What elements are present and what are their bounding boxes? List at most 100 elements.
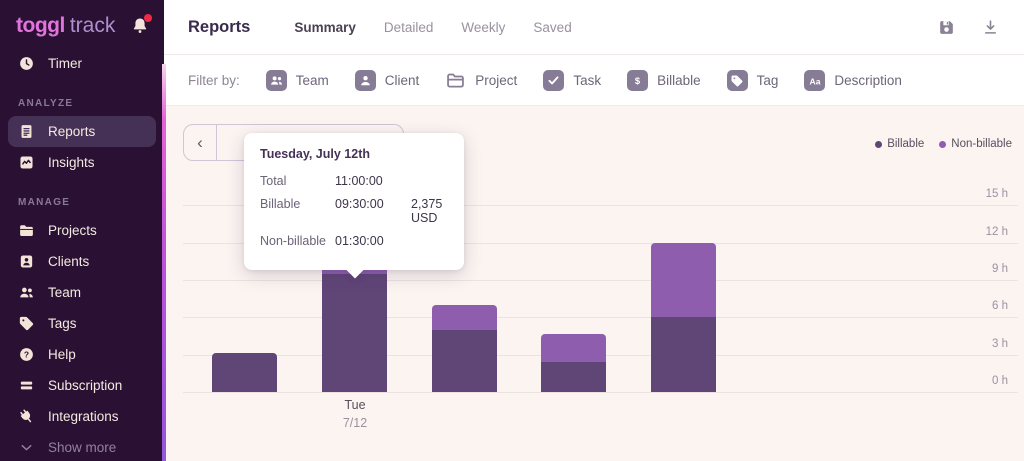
- sidebar-item-show-more[interactable]: Show more: [0, 432, 164, 461]
- filter-chip-label: Task: [573, 73, 601, 88]
- legend-item-billable[interactable]: Billable: [875, 138, 924, 150]
- filter-chip-project[interactable]: Project: [445, 70, 517, 91]
- svg-text:?: ?: [24, 350, 29, 360]
- filter-by-label: Filter by:: [188, 73, 240, 88]
- y-axis-tick-label: 0 h: [992, 375, 1008, 389]
- gridline: [183, 392, 1018, 393]
- chart-tooltip: Tuesday, July 12th Total 11:00:00 Billab…: [244, 133, 464, 270]
- dollar-icon: $: [627, 70, 648, 91]
- bar-nonbillable-segment[interactable]: [432, 305, 497, 330]
- sidebar-item-timer[interactable]: Timer: [0, 48, 164, 79]
- tooltip-time: 11:00:00: [335, 174, 397, 188]
- svg-text:$: $: [635, 76, 641, 86]
- bar-nonbillable-segment[interactable]: [541, 334, 606, 362]
- clock-icon: [18, 55, 35, 72]
- tooltip-amount: 2,375 USD: [397, 197, 450, 225]
- gridline: [183, 317, 1018, 318]
- svg-text:Aa: Aa: [809, 76, 820, 86]
- notification-dot: [144, 14, 152, 22]
- legend-label: Billable: [887, 138, 924, 150]
- folder-outline-icon: [445, 70, 466, 91]
- filter-chip-label: Description: [834, 73, 902, 88]
- sidebar: toggl track Timer ANALYZE Reports Ins: [0, 0, 164, 461]
- download-icon[interactable]: [980, 17, 1000, 37]
- sidebar-item-label: Timer: [48, 56, 82, 71]
- check-icon: [543, 70, 564, 91]
- bar-billable-segment[interactable]: [651, 317, 716, 392]
- sidebar-item-label: Clients: [48, 254, 89, 269]
- tab-weekly[interactable]: Weekly: [461, 20, 505, 35]
- x-tick-date: 7/12: [324, 416, 386, 430]
- people-icon: [18, 284, 35, 301]
- people-icon: [266, 70, 287, 91]
- toggl-track-app: toggl track Timer ANALYZE Reports Ins: [0, 0, 1024, 461]
- gridline: [183, 280, 1018, 281]
- tooltip-label: Billable: [260, 197, 335, 211]
- header-actions: [936, 17, 1000, 37]
- x-axis-tick: Tue 7/12: [324, 398, 386, 430]
- sidebar-item-label: Insights: [48, 155, 95, 170]
- legend-item-non-billable[interactable]: Non-billable: [939, 138, 1012, 150]
- sidebar-item-label: Integrations: [48, 409, 119, 424]
- question-circle-icon: ?: [18, 346, 35, 363]
- filter-chip-client[interactable]: Client: [355, 70, 420, 91]
- filter-chip-label: Tag: [757, 73, 779, 88]
- bar-nonbillable-segment[interactable]: [651, 243, 716, 318]
- bar-billable-segment[interactable]: [322, 274, 387, 392]
- sidebar-item-clients[interactable]: Clients: [0, 246, 164, 277]
- tooltip-time: 09:30:00: [335, 197, 397, 211]
- tab-detailed[interactable]: Detailed: [384, 20, 434, 35]
- logo[interactable]: toggl track: [0, 0, 164, 48]
- accent-stripe: [162, 64, 166, 461]
- sidebar-section-manage: MANAGE: [0, 190, 164, 215]
- filter-chip-team[interactable]: Team: [266, 70, 329, 91]
- sidebar-item-label: Team: [48, 285, 81, 300]
- sidebar-item-insights[interactable]: Insights: [0, 147, 164, 178]
- sidebar-item-tags[interactable]: Tags: [0, 308, 164, 339]
- legend-label: Non-billable: [951, 138, 1012, 150]
- filter-chip-tag[interactable]: Tag: [727, 70, 779, 91]
- bar-billable-segment[interactable]: [541, 362, 606, 392]
- chevron-left-icon[interactable]: ‹: [184, 125, 217, 160]
- tab-saved[interactable]: Saved: [533, 20, 571, 35]
- notifications-bell-icon[interactable]: [130, 16, 150, 36]
- bar-billable-segment[interactable]: [432, 330, 497, 392]
- logo-toggl: toggl: [16, 14, 65, 38]
- sidebar-item-label: Reports: [48, 124, 95, 139]
- save-icon[interactable]: [936, 17, 956, 37]
- tooltip-row-total: Total 11:00:00: [260, 174, 450, 188]
- sidebar-item-help[interactable]: ? Help: [0, 339, 164, 370]
- sidebar-item-subscription[interactable]: Subscription: [0, 370, 164, 401]
- person-icon: [355, 70, 376, 91]
- tag-icon: [18, 315, 35, 332]
- legend-dot-billable: [875, 141, 882, 148]
- tab-summary[interactable]: Summary: [294, 20, 356, 35]
- logo-track: track: [70, 14, 116, 38]
- tooltip-time: 01:30:00: [335, 234, 397, 248]
- legend-dot-non-billable: [939, 141, 946, 148]
- plug-icon: [18, 408, 35, 425]
- filter-chip-billable[interactable]: $ Billable: [627, 70, 701, 91]
- bar-billable-segment[interactable]: [212, 353, 277, 392]
- filter-chip-label: Project: [475, 73, 517, 88]
- sidebar-item-label: Projects: [48, 223, 97, 238]
- sidebar-section-analyze: ANALYZE: [0, 91, 164, 116]
- sidebar-item-integrations[interactable]: Integrations: [0, 401, 164, 432]
- sidebar-item-team[interactable]: Team: [0, 277, 164, 308]
- y-axis-tick-label: 15 h: [986, 188, 1008, 202]
- insights-chart-icon: [18, 154, 35, 171]
- y-axis-tick-label: 9 h: [992, 263, 1008, 277]
- tooltip-label: Non-billable: [260, 234, 335, 248]
- sidebar-item-label: Help: [48, 347, 76, 362]
- text-aa-icon: Aa: [804, 70, 825, 91]
- bars-icon: [18, 377, 35, 394]
- filter-chip-task[interactable]: Task: [543, 70, 601, 91]
- filter-chip-description[interactable]: Aa Description: [804, 70, 902, 91]
- tooltip-row-billable: Billable 09:30:00 2,375 USD: [260, 197, 450, 225]
- sidebar-item-reports[interactable]: Reports: [8, 116, 156, 147]
- person-card-icon: [18, 253, 35, 270]
- document-icon: [18, 123, 35, 140]
- y-axis-tick-label: 3 h: [992, 338, 1008, 352]
- sidebar-item-projects[interactable]: Projects: [0, 215, 164, 246]
- y-axis-tick-label: 12 h: [986, 226, 1008, 240]
